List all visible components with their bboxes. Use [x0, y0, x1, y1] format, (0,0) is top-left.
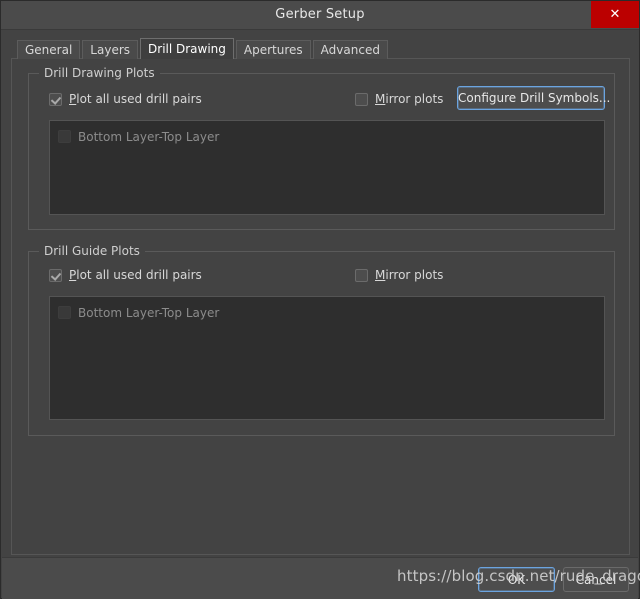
- group-drill-guide-plots-legend: Drill Guide Plots: [39, 244, 145, 258]
- configure-drill-symbols-button[interactable]: Configure Drill Symbols...: [457, 86, 610, 110]
- tab-layers[interactable]: Layers: [82, 40, 139, 59]
- list-item[interactable]: Bottom Layer-Top Layer: [50, 127, 604, 146]
- checkbox-row-plot-all-drill-drawing[interactable]: Plot all used drill pairs: [49, 92, 202, 106]
- mirror-plots-label-2[interactable]: Mirror plots: [375, 268, 443, 282]
- window-title: Gerber Setup: [275, 7, 365, 22]
- ok-button[interactable]: OK: [478, 567, 555, 592]
- label-rest: irror plots: [385, 268, 444, 282]
- group-drill-guide-plots: Drill Guide Plots Plot all used drill pa…: [28, 244, 615, 436]
- drill-pair-label-2: Bottom Layer-Top Layer: [78, 305, 220, 320]
- plot-all-used-drill-pairs-checkbox-2[interactable]: [49, 268, 62, 282]
- mirror-plots-label-1[interactable]: Mirror plots: [375, 92, 443, 106]
- group-drill-drawing-plots: Drill Drawing Plots Plot all used drill …: [28, 66, 615, 230]
- label-rest: lot all used drill pairs: [76, 92, 202, 106]
- drill-pair-checkbox-2[interactable]: [58, 306, 71, 319]
- tab-panel-drill-drawing: Drill Drawing Plots Plot all used drill …: [11, 58, 630, 555]
- cancel-button[interactable]: Cancel: [563, 567, 629, 592]
- label-rest: irror plots: [385, 92, 444, 106]
- tab-apertures[interactable]: Apertures: [235, 40, 311, 59]
- label-rest: lot all used drill pairs: [76, 268, 202, 282]
- close-icon[interactable]: ✕: [591, 1, 639, 28]
- checkbox-row-mirror-plots-drill-drawing[interactable]: Mirror plots: [355, 92, 443, 106]
- list-item[interactable]: Bottom Layer-Top Layer: [50, 303, 604, 322]
- drill-drawing-pairs-listbox[interactable]: Bottom Layer-Top Layer: [49, 120, 605, 215]
- group-drill-drawing-plots-legend: Drill Drawing Plots: [39, 66, 160, 80]
- tab-bar: General Layers Drill Drawing Apertures A…: [17, 38, 390, 59]
- checkbox-row-mirror-plots-drill-guide[interactable]: Mirror plots: [355, 268, 443, 282]
- mnemonic-char: M: [375, 268, 386, 282]
- titlebar: Gerber Setup ✕: [1, 1, 639, 30]
- tab-general[interactable]: General: [17, 40, 81, 59]
- drill-guide-pairs-listbox[interactable]: Bottom Layer-Top Layer: [49, 296, 605, 420]
- mnemonic-char: M: [375, 92, 386, 106]
- checkbox-row-plot-all-drill-guide[interactable]: Plot all used drill pairs: [49, 268, 202, 282]
- gerber-setup-dialog: Gerber Setup ✕ General Layers Drill Draw…: [0, 0, 640, 599]
- drill-pair-label-1: Bottom Layer-Top Layer: [78, 129, 220, 144]
- tab-drill-drawing[interactable]: Drill Drawing: [140, 38, 234, 59]
- tab-advanced[interactable]: Advanced: [312, 40, 388, 59]
- plot-all-used-drill-pairs-label-2[interactable]: Plot all used drill pairs: [69, 268, 202, 282]
- mirror-plots-checkbox-2[interactable]: [355, 268, 368, 282]
- plot-all-used-drill-pairs-label-1[interactable]: Plot all used drill pairs: [69, 92, 202, 106]
- plot-all-used-drill-pairs-checkbox-1[interactable]: [49, 92, 62, 106]
- mirror-plots-checkbox-1[interactable]: [355, 92, 368, 106]
- drill-pair-checkbox-1[interactable]: [58, 130, 71, 143]
- dialog-footer: OK Cancel: [2, 557, 638, 599]
